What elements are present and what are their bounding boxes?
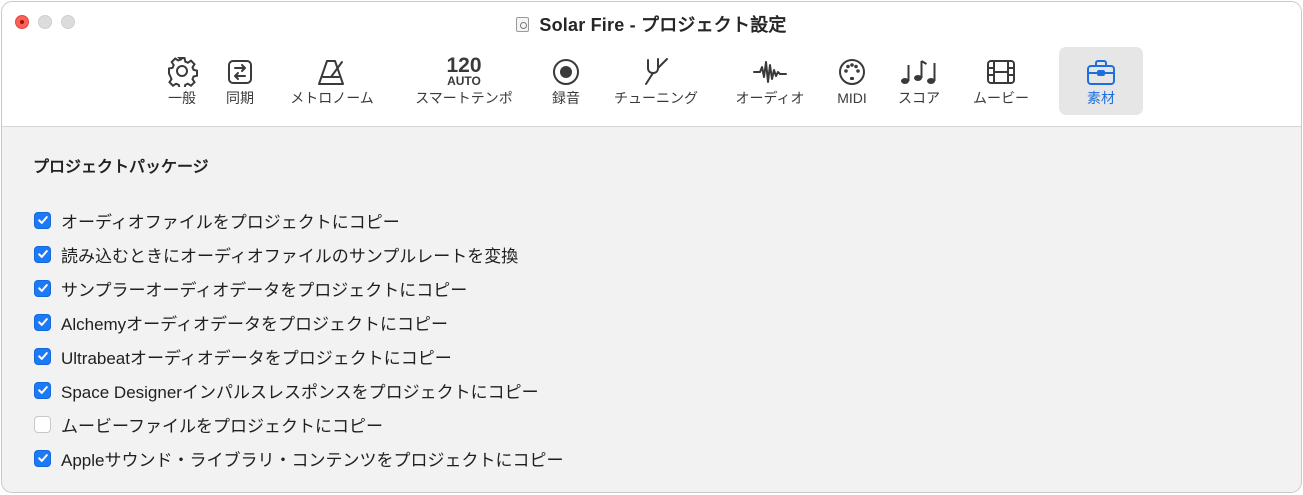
tab-general[interactable]: 一般 xyxy=(160,47,204,115)
option-label: Ultrabeatオーディオデータをプロジェクトにコピー xyxy=(61,348,452,368)
tab-midi[interactable]: MIDI xyxy=(830,47,874,115)
tab-movie-label: ムービー xyxy=(973,90,1029,106)
gear-icon xyxy=(168,57,198,87)
checkmark-icon xyxy=(37,284,48,292)
tab-sync[interactable]: 同期 xyxy=(218,47,262,115)
window-title-text: Solar Fire - プロジェクト設定 xyxy=(539,15,787,35)
option-checkbox[interactable] xyxy=(34,313,51,331)
option-row[interactable]: サンプラーオーディオデータをプロジェクトにコピー xyxy=(34,271,563,305)
tab-audio-label: オーディオ xyxy=(735,90,805,106)
option-checkbox[interactable] xyxy=(34,211,51,229)
checkmark-icon xyxy=(37,250,48,258)
tab-score-label: スコア xyxy=(898,90,940,106)
checkmark-icon xyxy=(37,386,48,394)
project-settings-window: Solar Fire - プロジェクト設定 一般 同期 メトロノーム 120 A… xyxy=(1,1,1302,493)
option-label: ムービーファイルをプロジェクトにコピー xyxy=(61,416,383,436)
option-row[interactable]: オーディオファイルをプロジェクトにコピー xyxy=(34,203,563,237)
tab-assets[interactable]: 素材 xyxy=(1059,47,1143,115)
tab-general-label: 一般 xyxy=(168,90,196,106)
record-icon xyxy=(553,59,579,85)
metronome-icon xyxy=(318,60,344,85)
tab-record-label: 録音 xyxy=(552,90,580,106)
music-notes-icon xyxy=(901,60,936,84)
tab-smart-tempo[interactable]: 120 AUTO スマートテンポ xyxy=(402,47,526,115)
sync-icon xyxy=(228,60,252,84)
option-row[interactable]: Alchemyオーディオデータをプロジェクトにコピー xyxy=(34,305,563,339)
tab-midi-label: MIDI xyxy=(837,90,867,106)
option-checkbox[interactable] xyxy=(34,279,51,297)
settings-content: プロジェクトパッケージ オーディオファイルをプロジェクトにコピー読み込むときにオ… xyxy=(2,128,1301,492)
checkmark-icon xyxy=(37,352,48,360)
document-icon xyxy=(516,17,530,32)
film-icon xyxy=(987,60,1015,84)
midi-connector-icon xyxy=(839,59,865,85)
option-row[interactable]: ムービーファイルをプロジェクトにコピー xyxy=(34,407,563,441)
checkmark-icon xyxy=(37,318,48,326)
checkmark-icon xyxy=(37,216,48,224)
tab-metronome[interactable]: メトロノーム xyxy=(276,47,388,115)
option-label: Appleサウンド・ライブラリ・コンテンツをプロジェクトにコピー xyxy=(61,450,564,470)
option-label: 読み込むときにオーディオファイルのサンプルレートを変換 xyxy=(61,246,519,266)
option-label: Space Designerインパルスレスポンスをプロジェクトにコピー xyxy=(61,382,539,402)
tab-score[interactable]: スコア xyxy=(888,47,950,115)
tab-metronome-label: メトロノーム xyxy=(290,90,374,106)
waveform-icon xyxy=(753,61,787,83)
briefcase-icon xyxy=(1087,60,1115,85)
option-row[interactable]: Space Designerインパルスレスポンスをプロジェクトにコピー xyxy=(34,373,563,407)
tuning-fork-icon xyxy=(645,58,668,85)
option-label: Alchemyオーディオデータをプロジェクトにコピー xyxy=(61,314,448,334)
tab-record[interactable]: 録音 xyxy=(544,47,588,115)
option-checkbox[interactable] xyxy=(34,381,51,399)
option-checkbox[interactable] xyxy=(34,245,51,263)
tab-movie[interactable]: ムービー xyxy=(964,47,1038,115)
window-title: Solar Fire - プロジェクト設定 xyxy=(2,11,1301,37)
settings-toolbar: 一般 同期 メトロノーム 120 AUTO スマートテンポ 録音 チューニング … xyxy=(2,47,1301,117)
option-row[interactable]: Ultrabeatオーディオデータをプロジェクトにコピー xyxy=(34,339,563,373)
option-checkbox[interactable] xyxy=(34,347,51,365)
option-row[interactable]: Appleサウンド・ライブラリ・コンテンツをプロジェクトにコピー xyxy=(34,441,563,475)
checkmark-icon xyxy=(37,454,48,462)
option-label: サンプラーオーディオデータをプロジェクトにコピー xyxy=(61,280,468,300)
smart-tempo-icon: 120 AUTO xyxy=(446,55,481,87)
tab-tuning-label: チューニング xyxy=(614,90,698,106)
tab-audio[interactable]: オーディオ xyxy=(726,47,814,115)
tempo-mode: AUTO xyxy=(447,74,481,88)
option-row[interactable]: 読み込むときにオーディオファイルのサンプルレートを変換 xyxy=(34,237,563,271)
tab-smart-tempo-label: スマートテンポ xyxy=(415,90,513,106)
option-checkbox[interactable] xyxy=(34,415,51,433)
tab-assets-label: 素材 xyxy=(1087,90,1115,106)
option-checkbox[interactable] xyxy=(34,449,51,467)
option-label: オーディオファイルをプロジェクトにコピー xyxy=(61,212,400,232)
section-title: プロジェクトパッケージ xyxy=(33,159,209,176)
tab-tuning[interactable]: チューニング xyxy=(602,47,710,115)
titlebar: Solar Fire - プロジェクト設定 一般 同期 メトロノーム 120 A… xyxy=(2,2,1301,127)
tempo-number: 120 xyxy=(446,54,482,77)
option-list: オーディオファイルをプロジェクトにコピー読み込むときにオーディオファイルのサンプ… xyxy=(34,203,563,475)
tab-sync-label: 同期 xyxy=(226,90,254,106)
